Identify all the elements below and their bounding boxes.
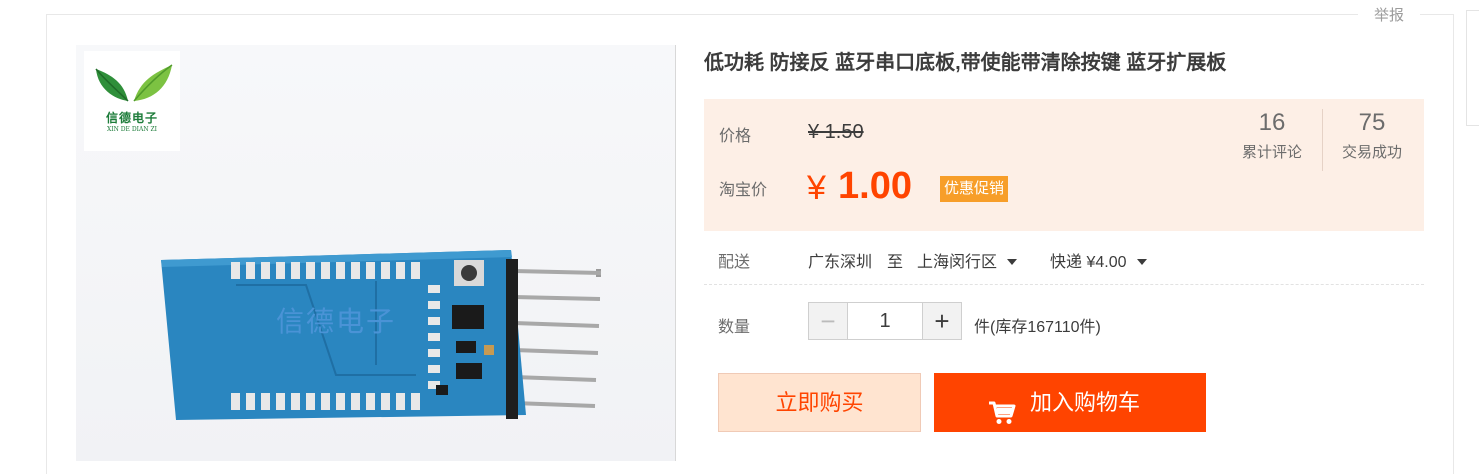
board-watermark: 信德电子	[276, 305, 397, 338]
quantity-stepper: − 1 +	[808, 302, 962, 340]
sales-stat[interactable]: 75 交易成功	[1330, 109, 1414, 162]
add-to-cart-label: 加入购物车	[1030, 390, 1141, 415]
review-count: 16	[1258, 109, 1286, 136]
stat-divider	[1322, 109, 1323, 171]
quantity-input[interactable]: 1	[848, 302, 922, 340]
side-panel-edge	[1466, 10, 1479, 126]
taobao-price-label: 淘宝价	[719, 182, 768, 199]
report-link[interactable]: 举报	[1358, 5, 1420, 27]
shipping-destination: 上海闵行区	[917, 254, 998, 271]
currency-symbol: ¥	[807, 169, 826, 207]
add-to-cart-button[interactable]: 加入购物车	[934, 373, 1206, 432]
cart-icon	[988, 389, 1016, 448]
image-divider	[675, 45, 676, 461]
chevron-down-icon	[1007, 258, 1018, 265]
quantity-decrease-button[interactable]: −	[808, 302, 848, 340]
shipping-method-selector[interactable]: 快递 ¥4.00	[1050, 248, 1147, 272]
shipping-method: 快递 ¥4.00	[1050, 254, 1127, 271]
sales-label: 交易成功	[1341, 144, 1402, 161]
original-price: ¥ 1.50	[808, 121, 864, 143]
review-label: 累计评论	[1241, 144, 1302, 161]
chevron-down-icon	[1136, 258, 1147, 265]
sales-count: 75	[1358, 109, 1386, 136]
product-image[interactable]: 信德电子 XIN DE DIAN ZI 信德电子	[76, 45, 675, 461]
stock-info: 件(库存167110件)	[974, 319, 1101, 336]
bluetooth-board-illustration	[161, 250, 602, 420]
shipping-to: 至	[887, 254, 904, 271]
product-title: 低功耗 防接反 蓝牙串口底板,带使能带清除按键 蓝牙扩展板	[704, 52, 1227, 74]
shipping-origin: 广东深圳	[808, 254, 873, 271]
buy-now-button[interactable]: 立即购买	[718, 373, 921, 432]
promo-badge[interactable]: 优惠促销	[940, 176, 1009, 202]
current-price: 1.00	[838, 165, 912, 207]
header-pins-icon	[513, 269, 602, 408]
shipping-divider	[704, 284, 1424, 285]
price-panel: 价格 ¥ 1.50 淘宝价 ¥ 1.00 优惠促销 16 累计评论 75 交易成…	[704, 99, 1424, 231]
shipping-destination-selector[interactable]: 上海闵行区	[917, 248, 1018, 272]
price-label: 价格	[719, 128, 752, 145]
quantity-increase-button[interactable]: +	[922, 302, 962, 340]
shipping-label: 配送	[718, 254, 751, 271]
quantity-label: 数量	[718, 319, 751, 336]
review-stat[interactable]: 16 累计评论	[1230, 109, 1314, 162]
